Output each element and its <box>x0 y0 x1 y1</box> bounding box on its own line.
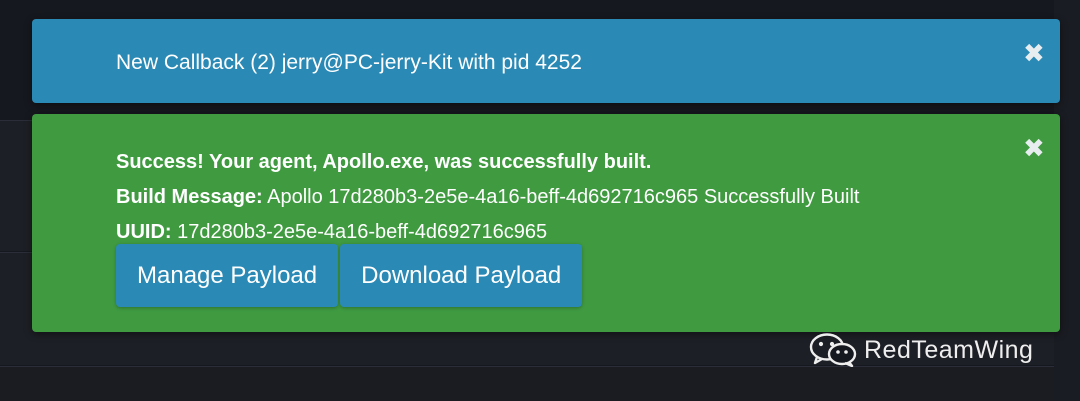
headline-text: Success! Your agent, Apollo.exe, was suc… <box>116 151 652 173</box>
download-payload-button[interactable]: Download Payload <box>340 244 583 307</box>
close-icon[interactable]: ✖ <box>1023 40 1045 66</box>
build-message-label: Build Message: <box>116 186 263 208</box>
close-icon[interactable]: ✖ <box>1023 135 1045 161</box>
payload-actions: Manage Payload Download Payload <box>116 244 583 307</box>
build-message-value: Apollo 17d280b3-2e5e-4a16-beff-4d692716c… <box>262 186 860 208</box>
watermark: RedTeamWing <box>808 332 1033 368</box>
manage-payload-button[interactable]: Manage Payload <box>116 244 339 307</box>
wechat-icon <box>809 333 857 367</box>
success-headline: Success! Your agent, Apollo.exe, was suc… <box>116 145 859 180</box>
app-background: New Callback (2) jerry@PC-jerry-Kit with… <box>0 0 1080 401</box>
background-panel <box>0 366 1080 401</box>
uuid-value: 17d280b3-2e5e-4a16-beff-4d692716c965 <box>171 221 548 243</box>
build-message-line: Build Message: Apollo 17d280b3-2e5e-4a16… <box>116 180 859 215</box>
uuid-label: UUID: <box>116 221 172 243</box>
watermark-text: RedTeamWing <box>864 335 1034 364</box>
callback-notification: New Callback (2) jerry@PC-jerry-Kit with… <box>32 19 1060 103</box>
build-success-notification: ✖ Success! Your agent, Apollo.exe, was s… <box>32 114 1060 332</box>
build-details: Success! Your agent, Apollo.exe, was suc… <box>116 145 859 250</box>
callback-message: New Callback (2) jerry@PC-jerry-Kit with… <box>116 51 582 74</box>
